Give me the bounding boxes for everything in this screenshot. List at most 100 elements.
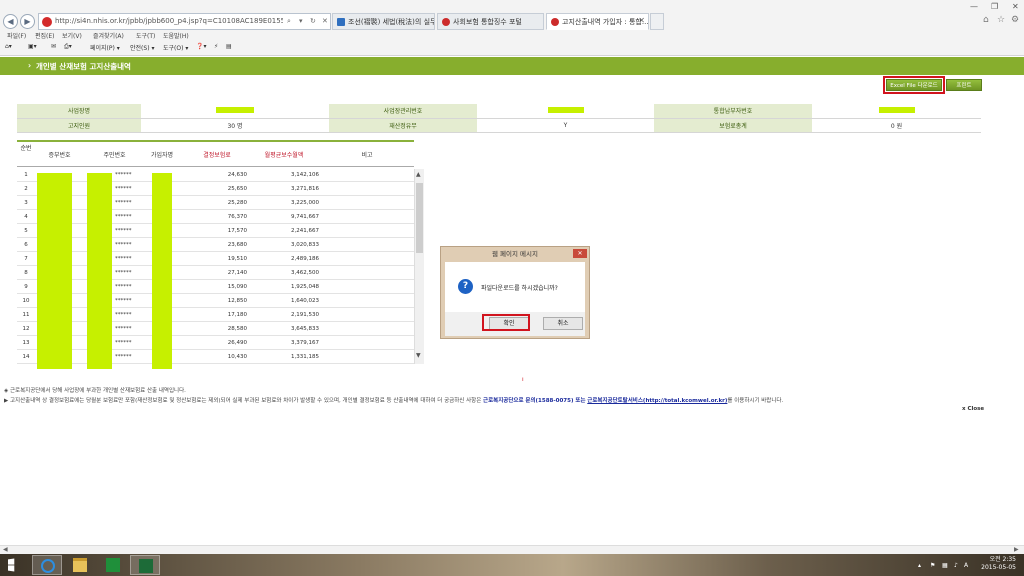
menu-favorites[interactable]: 즐겨찾기(A) [93, 31, 124, 40]
command-bar: ⌂▾ ▣▾ ✉ ⎙▾ 페이지(P) ▾ 안전(S) ▾ 도구(O) ▾ ❓▾ ⚡… [0, 43, 1024, 54]
scroll-thumb[interactable] [416, 183, 423, 253]
tools-menu[interactable]: 도구(O) ▾ [163, 43, 188, 52]
tray-arrow-icon[interactable]: ▴ [918, 562, 921, 569]
excel-button-highlight [883, 76, 945, 94]
table-row[interactable]: 6 ****** 23,680 3,020,833 [17, 239, 414, 252]
tab-1[interactable]: 조선(褶褧) 세법(稅法)의 실무... [332, 13, 435, 30]
col-header-note: 비고 [361, 152, 373, 159]
cell-no: 14 [22, 354, 30, 360]
forward-button[interactable]: ▶ [20, 14, 35, 29]
maximize-icon[interactable]: ❐ [991, 2, 998, 11]
scroll-right-icon[interactable]: ▶ [1014, 546, 1019, 553]
print-icon[interactable]: ⎙▾ [64, 43, 72, 51]
cell-avg: 2,241,667 [291, 228, 319, 234]
table-row[interactable]: 11 ****** 17,180 2,191,530 [17, 309, 414, 322]
taskbar-explorer[interactable] [65, 555, 95, 575]
note-2-text: ▶ 고지산출내역 상 결정보험료에는 당월분 보험료만 포함(재산정보험료 및 … [4, 398, 484, 404]
menu-help[interactable]: 도움말(H) [163, 31, 189, 40]
menu-view[interactable]: 보기(V) [62, 31, 82, 40]
cell-no: 9 [24, 284, 28, 290]
cell-rrn-masked: ****** [115, 284, 132, 290]
count-label: 고지인원 [17, 118, 141, 133]
table-row[interactable]: 5 ****** 17,570 2,241,667 [17, 225, 414, 238]
favorites-star-icon[interactable]: ☆ [997, 15, 1005, 25]
scroll-up-icon[interactable]: ▲ [416, 171, 421, 178]
volume-icon[interactable]: ♪ [954, 562, 958, 569]
home-icon[interactable]: ⌂ [983, 15, 989, 25]
cell-rrn-masked: ****** [115, 228, 132, 234]
tab-2[interactable]: 사회보험 통합징수 포털 [437, 13, 544, 30]
address-bar[interactable]: http://si4n.nhis.or.kr/jpbb/jpbb600_p4.j… [38, 13, 331, 30]
dialog-close-icon[interactable]: ✕ [573, 249, 587, 258]
cell-premium: 17,180 [227, 312, 247, 318]
cert-no-mask [37, 173, 72, 369]
recalc-label: 재산정유무 [329, 118, 477, 133]
table-row[interactable]: 3 ****** 25,280 3,225,000 [17, 197, 414, 210]
table-row[interactable]: 1 ****** 24,630 3,142,106 [17, 169, 414, 182]
back-button[interactable]: ◀ [3, 14, 18, 29]
print-button[interactable]: 프린트 [946, 79, 982, 91]
table-row[interactable]: 13 ****** 26,490 3,379,167 [17, 337, 414, 350]
table-row[interactable]: 7 ****** 19,510 2,489,186 [17, 253, 414, 266]
network-icon[interactable]: ▦ [942, 562, 948, 569]
extension-icon[interactable]: ⚡ [214, 43, 218, 50]
page-close-link[interactable]: x Close [962, 406, 984, 412]
name-mask [152, 173, 172, 369]
table-row[interactable]: 2 ****** 25,650 3,271,816 [17, 183, 414, 196]
dropdown-icon[interactable]: ▾ [299, 17, 303, 25]
safety-menu[interactable]: 안전(S) ▾ [130, 43, 154, 52]
tab-label: 고지산출내역 가입자 : 통합... [562, 18, 649, 26]
page-horizontal-scrollbar[interactable]: ◀ ▶ [0, 545, 1024, 554]
table-row[interactable]: 14 ****** 10,430 1,331,185 [17, 351, 414, 364]
taskbar-ie[interactable] [32, 555, 62, 575]
browser-chrome: ◀ ▶ http://si4n.nhis.or.kr/jpbb/jpbb600_… [0, 0, 1024, 56]
tab-3[interactable]: 고지산출내역 가입자 : 통합... ✕ [546, 13, 649, 30]
grid-scrollbar[interactable]: ▲ ▼ [414, 169, 424, 364]
biz-name-mask [216, 106, 254, 113]
mail-icon[interactable]: ✉ [51, 43, 56, 50]
help-icon[interactable]: ❓▾ [196, 43, 206, 50]
cell-avg: 3,379,167 [291, 340, 319, 346]
home-cmd-icon[interactable]: ⌂▾ [5, 43, 12, 50]
minimize-icon[interactable]: — [970, 2, 978, 11]
ime-icon[interactable]: A [964, 562, 968, 569]
cell-no: 4 [24, 214, 28, 220]
menu-file[interactable]: 파일(F) [7, 31, 26, 40]
cancel-button[interactable]: 취소 [543, 317, 583, 330]
taskbar: ▴ ⚑ ▦ ♪ A 오전 2:35 2015-05-05 [0, 554, 1024, 576]
scroll-left-icon[interactable]: ◀ [3, 546, 8, 553]
col-header-name: 가입자명 [150, 152, 174, 159]
close-icon[interactable]: ✕ [322, 17, 328, 25]
integ-mask [878, 106, 915, 113]
new-tab-button[interactable] [650, 13, 664, 30]
tab-label: 사회보험 통합징수 포털 [453, 18, 522, 26]
table-row[interactable]: 10 ****** 12,850 1,640,023 [17, 295, 414, 308]
tab-close-icon[interactable]: ✕ [638, 16, 645, 25]
taskbar-store[interactable] [98, 555, 128, 575]
flag-icon[interactable]: ⚑ [930, 562, 935, 569]
start-button[interactable] [0, 555, 30, 575]
research-icon[interactable]: ▤ [226, 43, 232, 50]
refresh-icon[interactable]: ↻ [310, 17, 316, 25]
taskbar-clock[interactable]: 오전 2:35 2015-05-05 [972, 556, 1016, 572]
table-row[interactable]: 9 ****** 15,090 1,925,048 [17, 281, 414, 294]
taskbar-excel[interactable] [130, 555, 160, 575]
menu-edit[interactable]: 편집(E) [35, 31, 55, 40]
feed-icon[interactable]: ▣▾ [28, 43, 37, 50]
kcomwel-total-link[interactable]: 근로복지공단토탈서비스(http://total.kcomwel.or.kr) [587, 398, 727, 404]
cell-no: 5 [24, 228, 28, 234]
table-row[interactable]: 8 ****** 27,140 3,462,500 [17, 267, 414, 280]
window-close-icon[interactable]: ✕ [1012, 2, 1019, 11]
table-row[interactable]: 4 ****** 76,370 9,741,667 [17, 211, 414, 224]
tab-favicon [442, 18, 450, 26]
cell-rrn-masked: ****** [115, 186, 132, 192]
settings-gear-icon[interactable]: ⚙ [1011, 15, 1019, 25]
page-menu[interactable]: 페이지(P) ▾ [90, 43, 120, 52]
scroll-down-icon[interactable]: ▼ [416, 352, 421, 359]
grid-body: 1 ****** 24,630 3,142,106 2 ****** 25,650 3,271… [17, 169, 414, 369]
search-icon[interactable]: ⌕ [287, 17, 291, 26]
table-row[interactable]: 12 ****** 28,580 3,645,833 [17, 323, 414, 336]
menu-tools[interactable]: 도구(T) [136, 31, 155, 40]
col-header-avg: 월평균보수월액 [264, 152, 304, 159]
kcomwel-phone-link[interactable]: 근로복지공단으로 문의(1588-0075) 또는 [483, 398, 585, 404]
